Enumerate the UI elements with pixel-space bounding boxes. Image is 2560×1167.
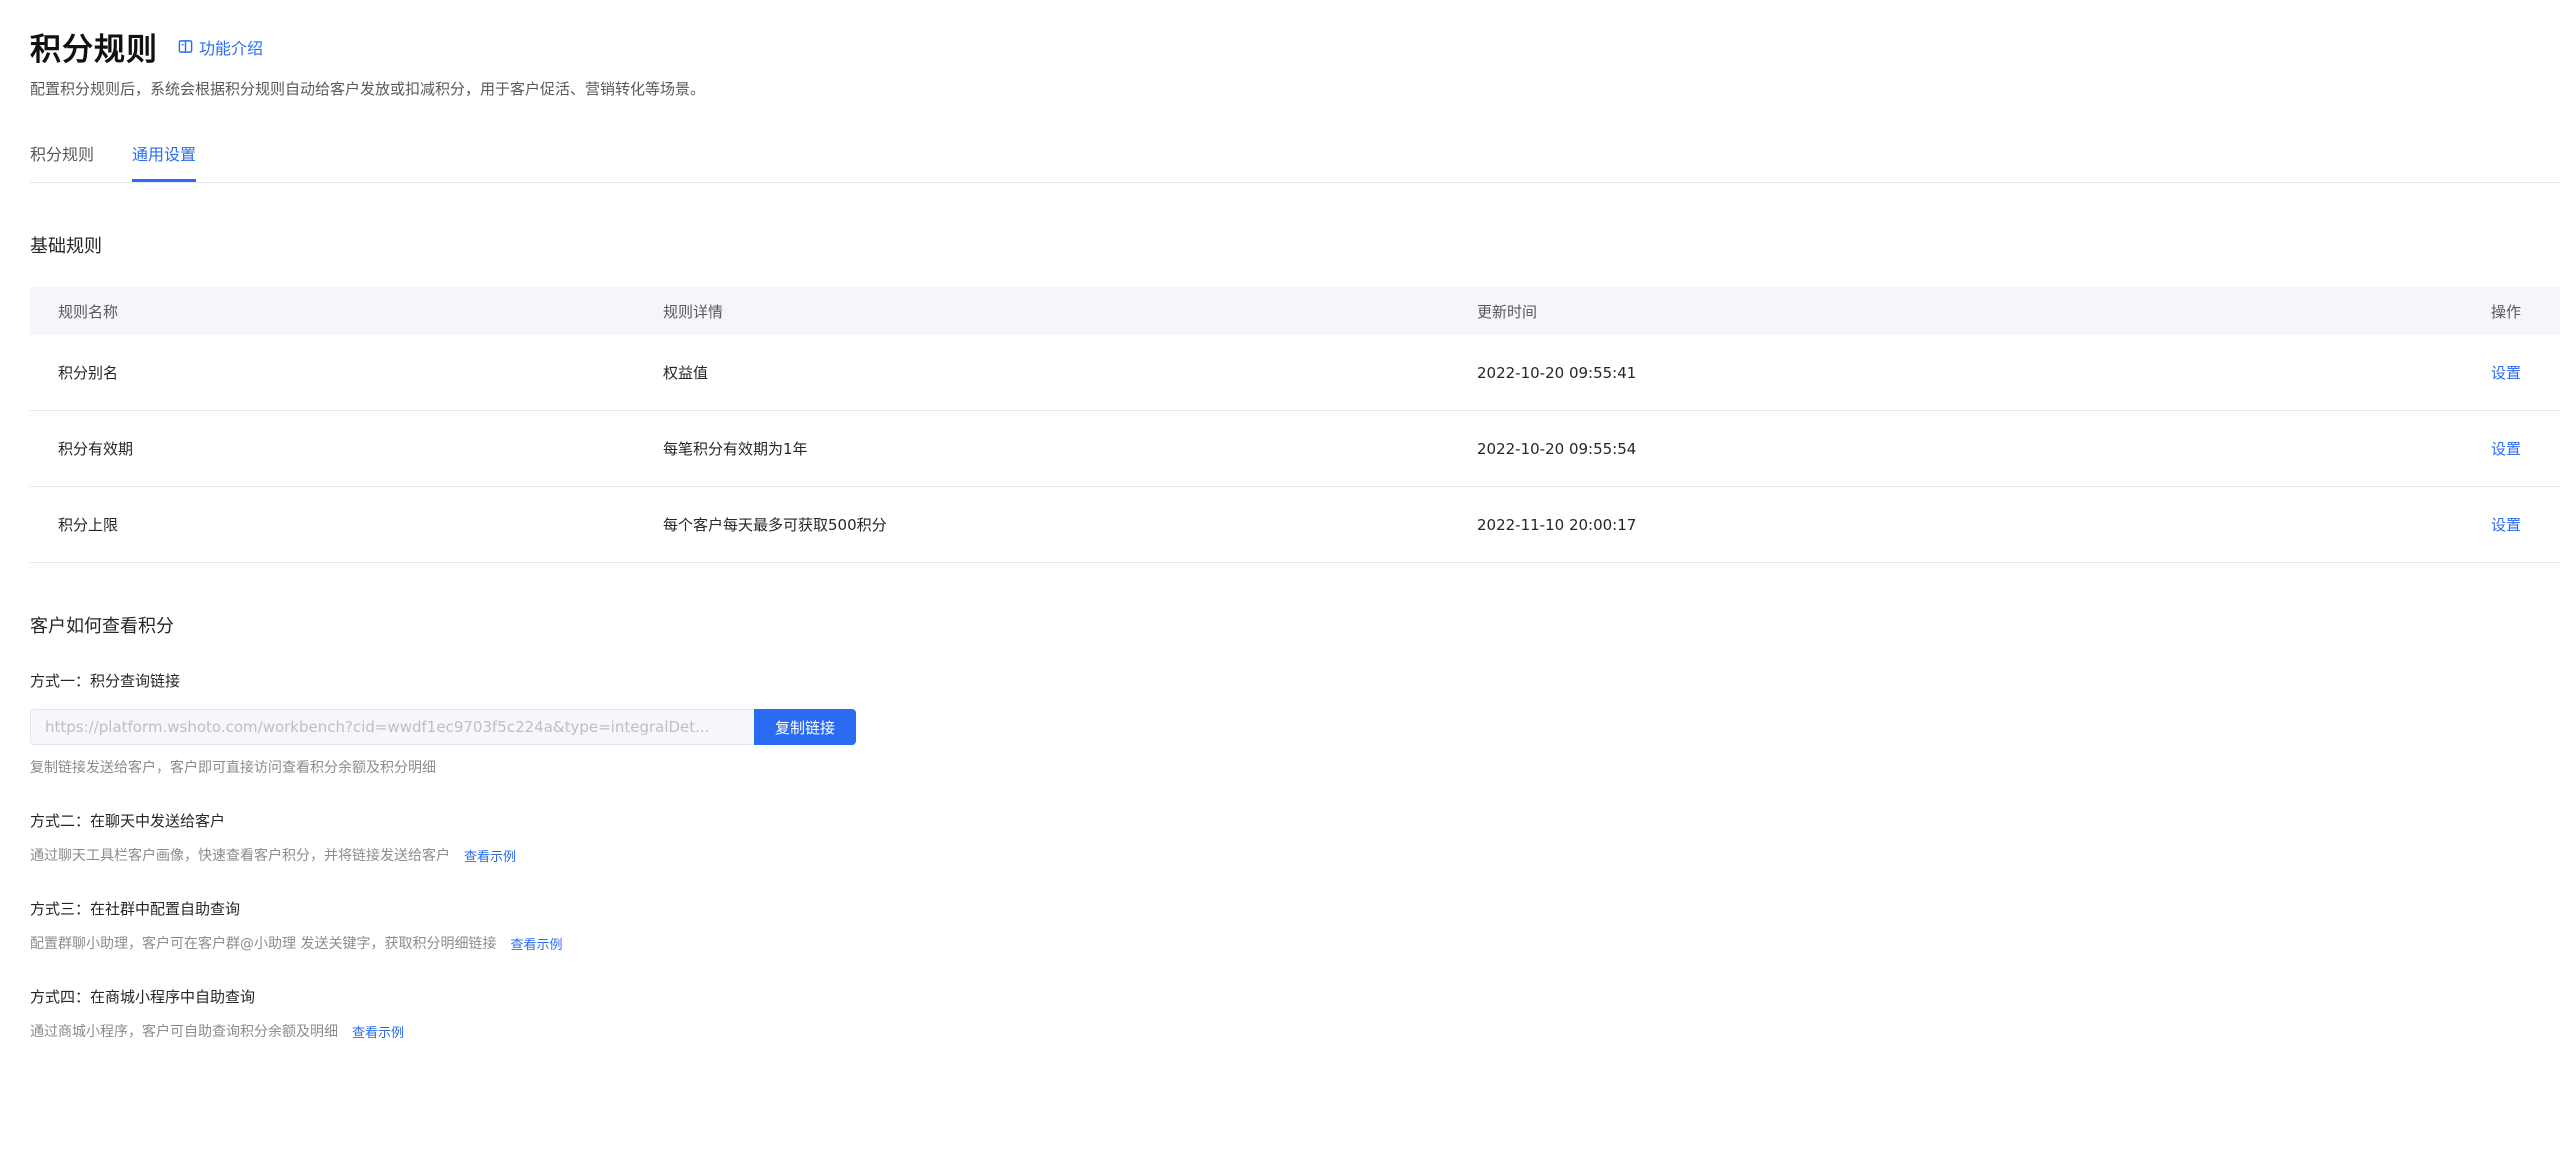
page-description: 配置积分规则后，系统会根据积分规则自动给客户发放或扣减积分，用于客户促活、营销转… — [30, 80, 706, 98]
rule-name: 积分别名 — [58, 364, 119, 382]
book-icon — [178, 40, 193, 53]
method4-example-link[interactable]: 查看示例 — [352, 1022, 404, 1041]
basic-rules-title: 基础规则 — [30, 236, 102, 257]
table-header: 规则名称 规则详情 更新时间 操作 — [30, 287, 2560, 335]
set-button[interactable]: 设置 — [2491, 362, 2521, 383]
table-row: 积分别名 权益值 2022-10-20 09:55:41 设置 — [30, 335, 2560, 411]
tab-general-settings[interactable]: 通用设置 — [132, 140, 197, 182]
copy-link-button[interactable]: 复制链接 — [754, 709, 856, 745]
rule-name: 积分有效期 — [58, 440, 134, 458]
rule-detail: 每笔积分有效期为1年 — [663, 440, 808, 458]
rule-detail: 权益值 — [663, 364, 709, 382]
table-row: 积分上限 每个客户每天最多可获取500积分 2022-11-10 20:00:1… — [30, 487, 2560, 563]
page-title: 积分规则 — [30, 32, 158, 68]
method3-desc-text: 配置群聊小助理，客户可在客户群@小助理 发送关键字，获取积分明细链接 — [30, 936, 497, 952]
method2-desc: 通过聊天工具栏客户画像，快速查看客户积分，并将链接发送给客户 查看示例 — [30, 845, 516, 865]
query-link-box: 复制链接 — [30, 709, 856, 745]
method4-desc-text: 通过商城小程序，客户可自助查询积分余额及明细 — [30, 1024, 338, 1040]
tab-bar: 积分规则 通用设置 — [30, 140, 2560, 183]
method1-desc-text: 复制链接发送给客户，客户即可直接访问查看积分余额及积分明细 — [30, 760, 436, 776]
view-points-title: 客户如何查看积分 — [30, 616, 174, 637]
set-button[interactable]: 设置 — [2491, 438, 2521, 459]
method1-label: 方式一：积分查询链接 — [30, 672, 181, 690]
page-header: 积分规则 功能介绍 — [30, 24, 263, 69]
method1-desc: 复制链接发送给客户，客户即可直接访问查看积分余额及积分明细 — [30, 757, 436, 777]
feature-intro-link[interactable]: 功能介绍 — [178, 35, 263, 59]
method3-desc: 配置群聊小助理，客户可在客户群@小助理 发送关键字，获取积分明细链接 查看示例 — [30, 933, 562, 953]
col-rule-name: 规则名称 — [58, 302, 119, 321]
table-row: 积分有效期 每笔积分有效期为1年 2022-10-20 09:55:54 设置 — [30, 411, 2560, 487]
col-action: 操作 — [2490, 302, 2521, 321]
method3-label: 方式三：在社群中配置自助查询 — [30, 900, 241, 918]
rule-detail: 每个客户每天最多可获取500积分 — [663, 516, 887, 534]
page: 积分规则 功能介绍 配置积分规则后，系统会根据积分规则自动给客户发放或扣减积分，… — [0, 0, 2560, 1167]
basic-rules-table: 规则名称 规则详情 更新时间 操作 积分别名 权益值 2022-10-20 09… — [30, 287, 2560, 563]
tab-points-rules[interactable]: 积分规则 — [30, 140, 94, 182]
rule-updated: 2022-10-20 09:55:54 — [1477, 439, 1637, 458]
col-updated-time: 更新时间 — [1477, 302, 1538, 321]
col-rule-detail: 规则详情 — [663, 302, 724, 321]
rule-updated: 2022-11-10 20:00:17 — [1477, 515, 1637, 534]
method4-desc: 通过商城小程序，客户可自助查询积分余额及明细 查看示例 — [30, 1021, 404, 1041]
method2-desc-text: 通过聊天工具栏客户画像，快速查看客户积分，并将链接发送给客户 — [30, 848, 450, 864]
method2-label: 方式二：在聊天中发送给客户 — [30, 812, 226, 830]
method2-example-link[interactable]: 查看示例 — [464, 846, 516, 865]
rule-name: 积分上限 — [58, 516, 119, 534]
set-button[interactable]: 设置 — [2491, 514, 2521, 535]
rule-updated: 2022-10-20 09:55:41 — [1477, 363, 1637, 382]
method4-label: 方式四：在商城小程序中自助查询 — [30, 988, 256, 1006]
feature-intro-label: 功能介绍 — [199, 38, 264, 58]
method3-example-link[interactable]: 查看示例 — [510, 934, 562, 953]
query-link-input[interactable] — [30, 709, 754, 745]
